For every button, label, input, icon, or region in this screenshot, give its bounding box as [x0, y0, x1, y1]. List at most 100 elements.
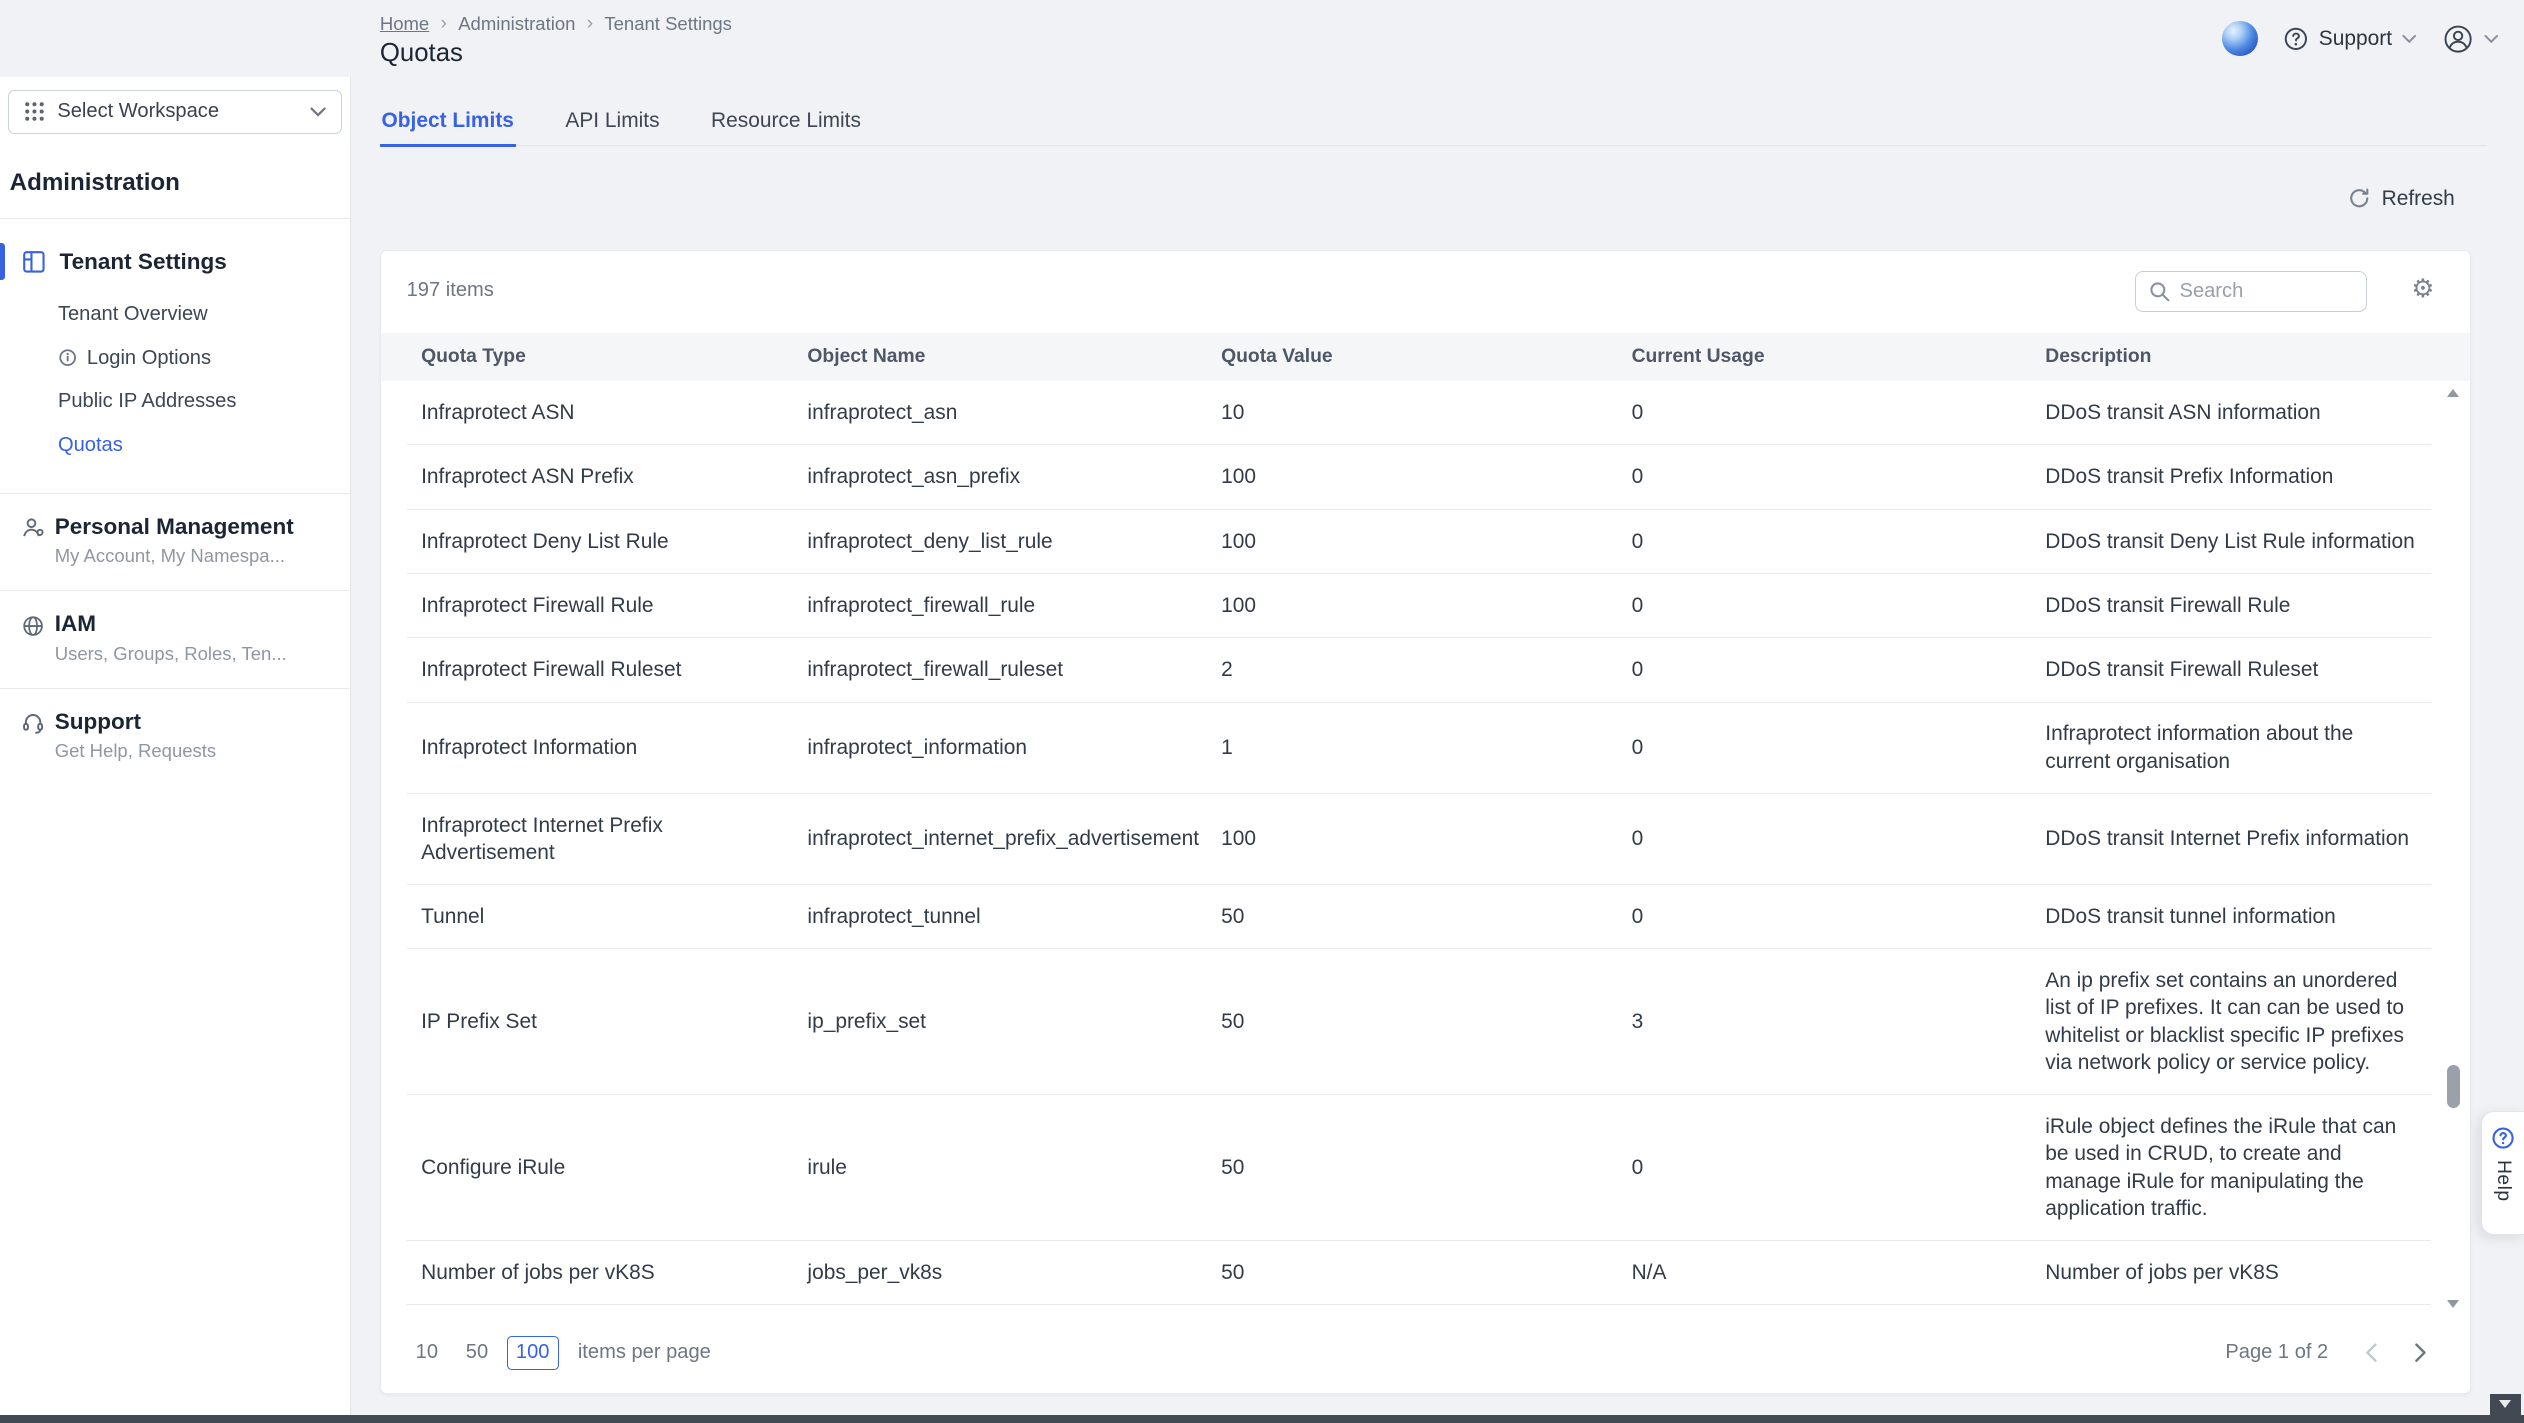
sidebar-item-login-options[interactable]: Login Options — [0, 336, 350, 379]
search-input[interactable] — [2180, 280, 2353, 303]
current-usage-cell: 0 — [1632, 1136, 2046, 1199]
sidebar-item-label: Tenant Overview — [58, 303, 208, 326]
quota-value-cell: 2 — [1221, 639, 1631, 702]
sidebar-group-subtitle: Get Help, Requests — [55, 740, 350, 762]
object-name-cell: infraprotect_deny_list_rule — [807, 510, 1221, 573]
breadcrumb: Home › Administration › Tenant Settings — [380, 13, 732, 35]
table-row: Number of jobs per vK8S jobs_per_vk8s 50… — [407, 1241, 2432, 1305]
column-header-description: Description — [2045, 346, 2417, 368]
window-bottom-edge — [0, 1415, 2524, 1423]
current-usage-cell: 0 — [1632, 808, 2046, 871]
page-size-50-button[interactable]: 50 — [457, 1336, 497, 1370]
quota-type-cell: Infraprotect Firewall Rule — [421, 574, 807, 637]
chevron-down-icon — [2484, 34, 2498, 44]
sidebar-item-tenant-settings[interactable]: Tenant Settings — [0, 241, 350, 281]
current-usage-cell: 0 — [1632, 885, 2046, 948]
page-size-100-button[interactable]: 100 — [507, 1336, 559, 1370]
sidebar-item-quotas[interactable]: Quotas — [0, 423, 350, 466]
description-cell: DDoS transit Firewall Ruleset — [2045, 639, 2431, 702]
account-menu[interactable] — [2442, 23, 2498, 55]
support-menu-label: Support — [2319, 27, 2392, 51]
tab-resource-limits[interactable]: Resource Limits — [709, 109, 862, 145]
brand-logo[interactable] — [2222, 21, 2257, 56]
workspace-selector[interactable]: Select Workspace — [8, 90, 342, 133]
breadcrumb-tenant-settings: Tenant Settings — [604, 13, 732, 35]
column-header-quota-type: Quota Type — [421, 346, 807, 368]
items-count: 197 items — [407, 279, 494, 302]
quota-type-cell: Configure iRule — [421, 1136, 807, 1199]
quota-table-card: 197 items ⚙ Quota Type Object Name Quota… — [380, 250, 2471, 1394]
sidebar-group-subtitle: Users, Groups, Roles, Ten... — [55, 643, 350, 665]
breadcrumb-home-link[interactable]: Home — [380, 13, 429, 35]
description-cell: DDoS transit tunnel information — [2045, 885, 2431, 948]
chevron-right-icon — [2414, 1343, 2427, 1362]
table-row: Infraprotect Information infraprotect_in… — [407, 703, 2432, 794]
current-usage-cell: 0 — [1632, 639, 2046, 702]
sidebar-item-label: Quotas — [58, 434, 123, 457]
table-row: Infraprotect Firewall Rule infraprotect_… — [407, 574, 2432, 638]
breadcrumb-administration[interactable]: Administration — [458, 13, 575, 35]
sidebar-group-subtitle: My Account, My Namespa... — [55, 545, 350, 567]
quota-table-body: Infraprotect ASN infraprotect_asn 10 0 D… — [407, 381, 2432, 1306]
down-arrow-icon — [2499, 1400, 2511, 1408]
quota-type-cell: Tunnel — [421, 885, 807, 948]
quota-type-cell: Infraprotect Information — [421, 716, 807, 779]
table-toolbar: 197 items ⚙ — [381, 251, 2470, 333]
help-tab[interactable]: Help — [2481, 1111, 2524, 1235]
sidebar-item-label: Tenant Settings — [60, 249, 227, 275]
sidebar-item-iam[interactable]: IAM Users, Groups, Roles, Ten... — [0, 591, 350, 688]
sidebar-item-support[interactable]: Support Get Help, Requests — [0, 689, 350, 786]
main-content: Home › Administration › Tenant Settings … — [351, 0, 2524, 1415]
quota-type-cell: IP Prefix Set — [421, 990, 807, 1053]
login-options-icon — [58, 348, 77, 367]
iam-globe-icon — [21, 614, 45, 638]
tab-object-limits[interactable]: Object Limits — [380, 109, 516, 145]
table-scrollbar — [2444, 386, 2463, 1312]
page-indicator: Page 1 of 2 — [2225, 1341, 2328, 1364]
table-row: Infraprotect Deny List Rule infraprotect… — [407, 510, 2432, 574]
quota-value-cell: 1 — [1221, 716, 1631, 779]
search-box — [2135, 271, 2367, 311]
scroll-down-button[interactable] — [2490, 1394, 2521, 1415]
quota-value-cell: 100 — [1221, 446, 1631, 509]
tab-bar: Object Limits API Limits Resource Limits — [380, 109, 2487, 146]
sidebar-group-label: IAM — [55, 610, 350, 637]
items-per-page-label: items per page — [578, 1341, 711, 1364]
user-circle-icon — [2442, 23, 2474, 55]
tab-api-limits[interactable]: API Limits — [564, 109, 661, 145]
help-tab-label: Help — [2492, 1160, 2514, 1202]
scrollbar-down-arrow[interactable] — [2447, 1300, 2459, 1308]
quota-value-cell: 10 — [1221, 381, 1631, 444]
quota-value-cell: 50 — [1221, 1241, 1631, 1304]
table-row: Tunnel infraprotect_tunnel 50 0 DDoS tra… — [407, 885, 2432, 949]
sidebar-item-public-ip-addresses[interactable]: Public IP Addresses — [0, 380, 350, 423]
scrollbar-up-arrow[interactable] — [2447, 389, 2459, 397]
chevron-right-icon: › — [441, 14, 447, 33]
sidebar-item-personal-management[interactable]: Personal Management My Account, My Names… — [0, 494, 350, 591]
sidebar-item-tenant-overview[interactable]: Tenant Overview — [0, 293, 350, 336]
table-row: Infraprotect ASN Prefix infraprotect_asn… — [407, 445, 2432, 509]
quota-value-cell: 50 — [1221, 1136, 1631, 1199]
column-header-current-usage: Current Usage — [1632, 346, 2046, 368]
headset-icon — [21, 711, 45, 735]
description-cell: Infraprotect information about the curre… — [2045, 703, 2431, 793]
previous-page-button[interactable] — [2354, 1335, 2389, 1370]
column-header-object-name: Object Name — [807, 346, 1221, 368]
quota-type-cell: Number of jobs per vK8S — [421, 1241, 807, 1304]
description-cell: iRule object defines the iRule that can … — [2045, 1095, 2431, 1240]
next-page-button[interactable] — [2402, 1335, 2437, 1370]
quota-type-cell: Infraprotect ASN Prefix — [421, 446, 807, 509]
description-cell: An ip prefix set contains an unordered l… — [2045, 949, 2431, 1094]
page-size-10-button[interactable]: 10 — [407, 1336, 447, 1370]
object-name-cell: irule — [807, 1136, 1221, 1199]
app-grid-icon — [24, 101, 45, 122]
quota-value-cell: 100 — [1221, 510, 1631, 573]
refresh-button[interactable]: Refresh — [2348, 187, 2455, 211]
sidebar: Select Workspace Administration Tenant S… — [0, 77, 351, 1415]
support-menu[interactable]: Support — [2283, 26, 2416, 52]
current-usage-cell: 0 — [1632, 574, 2046, 637]
scrollbar-thumb[interactable] — [2447, 1065, 2460, 1108]
chevron-right-icon: › — [587, 14, 593, 33]
table-settings-gear-icon[interactable]: ⚙ — [2411, 273, 2434, 305]
table-row: Configure iRule irule 50 0 iRule object … — [407, 1095, 2432, 1241]
